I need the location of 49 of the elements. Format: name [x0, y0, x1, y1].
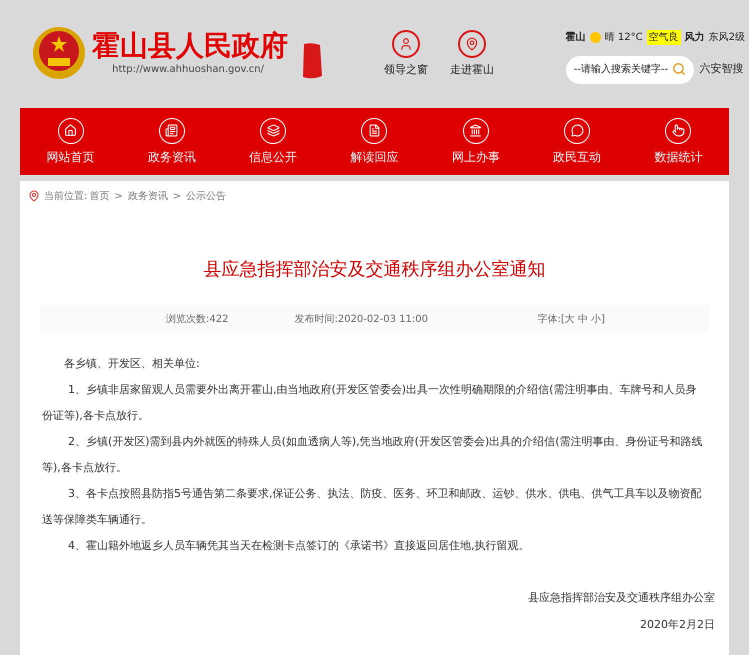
nav-item[interactable]: 网站首页 — [36, 118, 106, 166]
search-icon[interactable] — [672, 62, 686, 76]
breadcrumb-link[interactable]: 公示公告 — [186, 188, 226, 204]
nav-item[interactable]: 网上办事 — [440, 118, 511, 166]
view-count: 浏览次数:422 — [166, 312, 228, 326]
nav-item[interactable]: 信息公开 — [238, 118, 308, 166]
paragraph: 2、乡镇(开发区)需到县内外就医的特殊人员(如血透病人等),凭当地政府(开发区管委会)出具的介绍信(需注明事由、身份证号和路线等),各卡点放行。 — [42, 434, 704, 476]
paragraph: 3、各卡点按照县防指5号通告第二条要求,保证公务、执法、防疫、医务、环卫和邮政、运钞、供水、供电、供气工具车以及物资配送等保障类车辆通行。 — [42, 486, 702, 528]
paragraph: 1、乡镇非居家留观人员需要外出离开霍山,由当地政府(开发区管委会)出具一次性明确期限的介绍信(需注明事由、车牌号和人员身份证等),各卡点放行。 — [42, 382, 698, 424]
nav-icon — [260, 118, 286, 144]
nav-icon — [158, 118, 185, 144]
nav-icon — [58, 118, 84, 144]
publish-time: 发布时间:2020-02-03 11:00 — [294, 312, 428, 326]
search-link[interactable]: 六安智搜 — [700, 60, 744, 78]
search-field[interactable]: --请输入搜索关键字-- — [566, 56, 694, 84]
breadcrumb-separator: > — [114, 190, 123, 204]
paragraph: 4、霍山籍外地返乡人员车辆凭其当天在检测卡点签订的《承诺书》直接返回居住地,执行留观。 — [67, 538, 530, 554]
quick-link[interactable]: 走进霍山 — [450, 30, 494, 78]
date: 2020年2月2日 — [640, 616, 715, 632]
nav-icon — [564, 118, 590, 144]
quick-link-icon — [458, 30, 486, 58]
weather-condition: 晴 12°C — [604, 30, 643, 45]
site-url: http://www.ahhuoshan.gov.cn/ — [112, 63, 264, 77]
quick-link-icon — [392, 30, 420, 58]
sun-icon — [590, 32, 601, 43]
nav-item[interactable]: 政民互动 — [542, 118, 612, 166]
nav-icon — [665, 118, 692, 144]
quick-link[interactable]: 领导之窗 — [384, 30, 428, 78]
wind-label: 风力 — [684, 30, 705, 45]
nav-icon — [462, 118, 489, 144]
breadcrumb-link[interactable]: 政务资讯 — [128, 188, 168, 204]
location-icon — [28, 190, 40, 202]
nav-item[interactable]: 政务资讯 — [136, 118, 207, 166]
breadcrumb-link[interactable]: 首页 — [89, 188, 110, 204]
breadcrumb-separator: > — [172, 190, 182, 204]
site-title[interactable]: 霍山县人民政府 — [92, 30, 288, 62]
air-quality-badge: 空气良 — [646, 30, 681, 45]
breadcrumb-prefix: 当前位置: — [44, 190, 88, 204]
seal-drawing — [300, 42, 324, 80]
nav-item[interactable]: 解读回应 — [339, 118, 410, 166]
signature: 县应急指挥部治安及交通秩序组办公室 — [528, 590, 715, 606]
nav-icon — [361, 118, 388, 144]
font-size-control[interactable]: 字体:[大 中 小] — [537, 312, 605, 326]
article-title: 县应急指挥部治安及交通秩序组办公室通知 — [202, 258, 546, 282]
national-emblem-drawing — [32, 26, 86, 80]
greeting: 各乡镇、开发区、相关单位: — [63, 356, 201, 372]
wind-reading: 东风2级 — [708, 30, 745, 45]
weather-place: 霍山 — [566, 30, 586, 45]
nav-item[interactable]: 数据统计 — [643, 118, 714, 166]
